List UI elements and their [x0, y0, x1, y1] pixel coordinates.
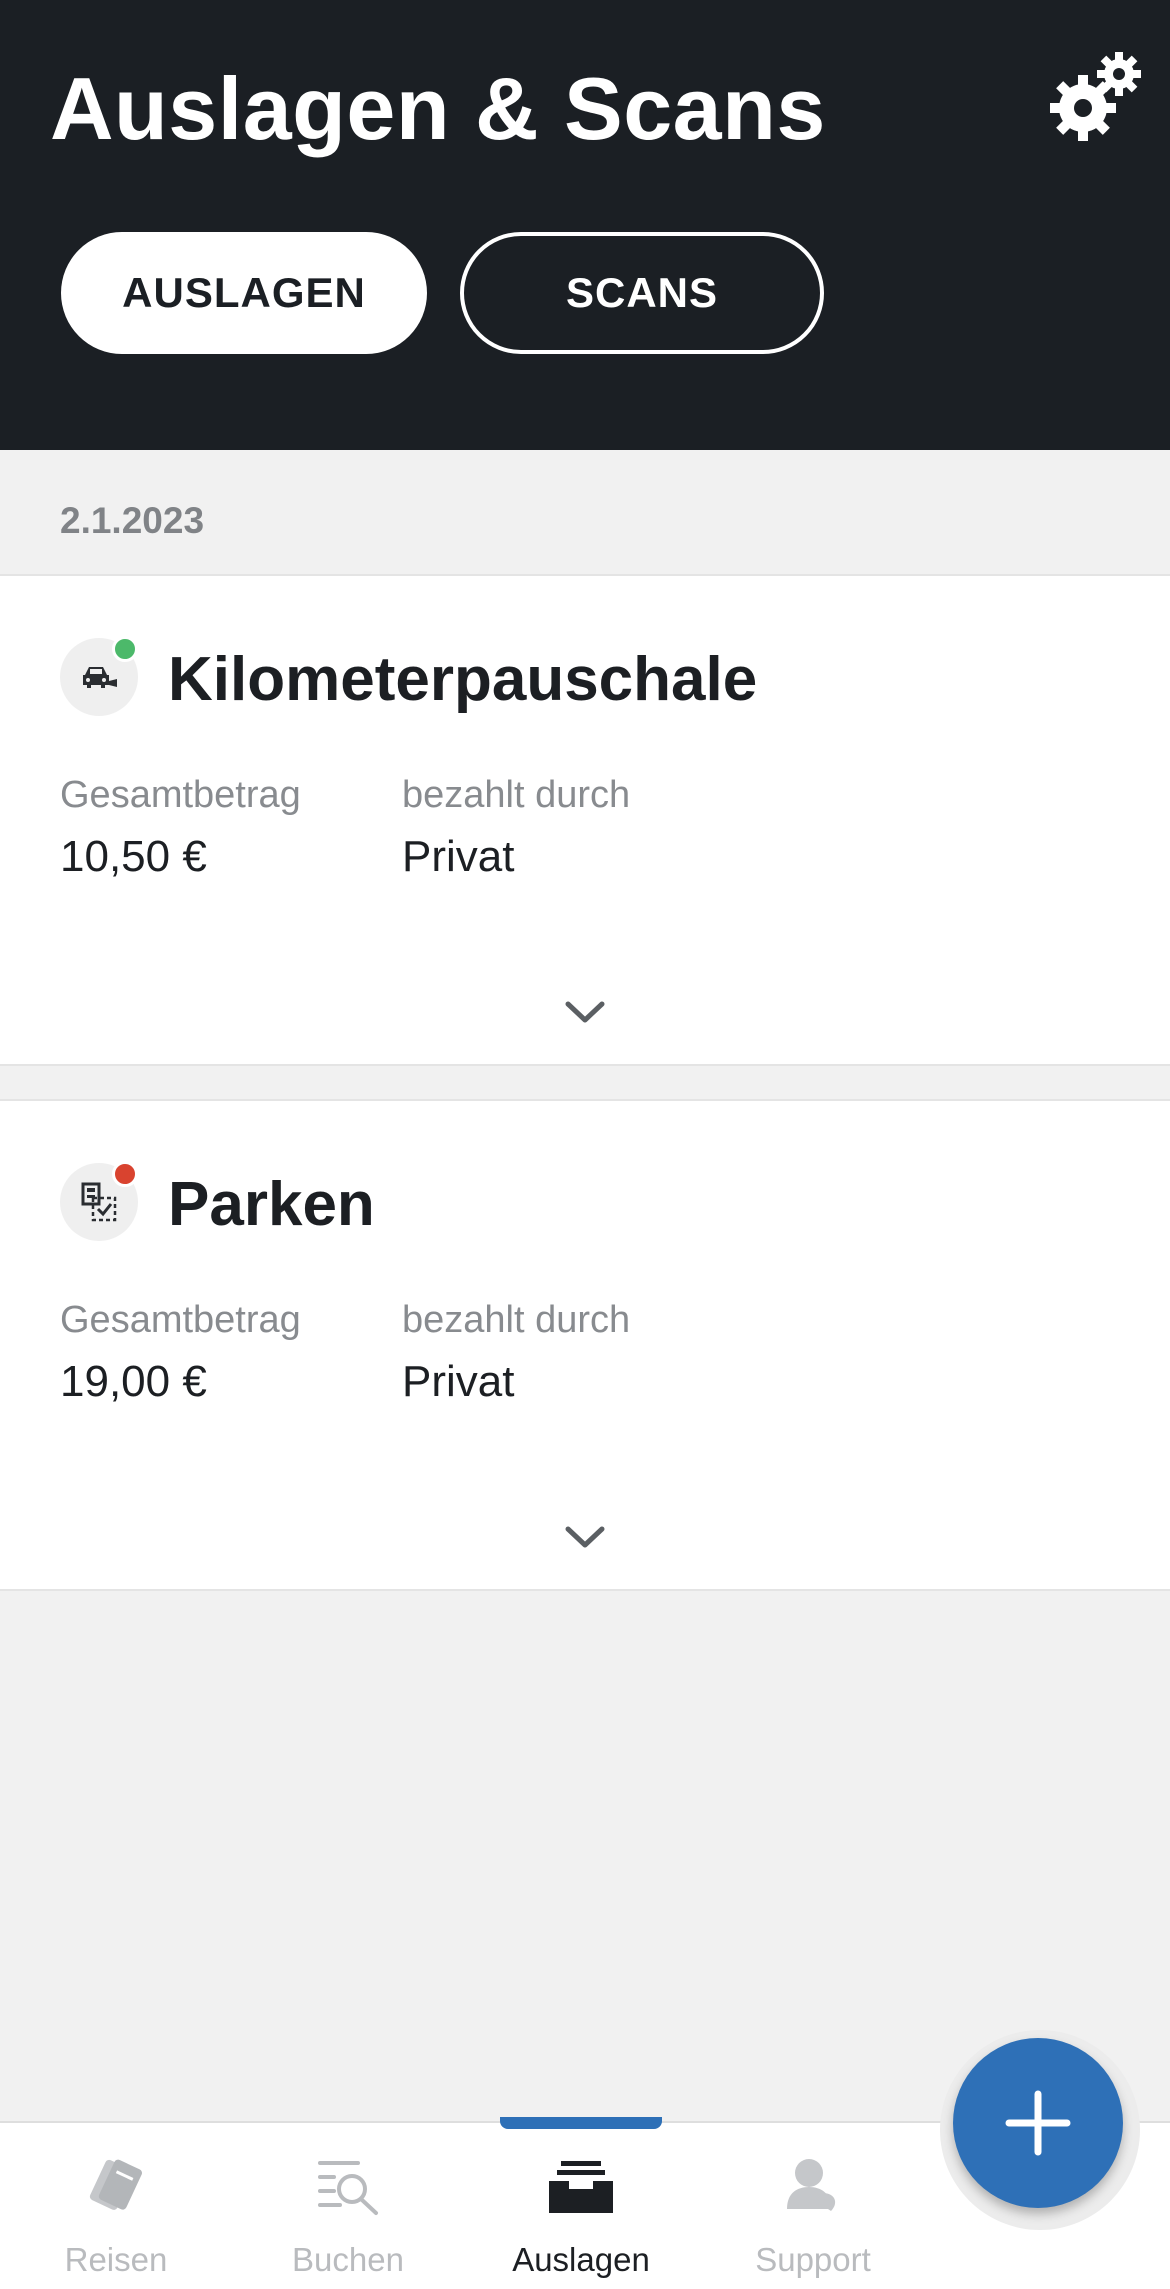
paid-by-label: bezahlt durch [402, 774, 631, 816]
support-person-icon [787, 2159, 836, 2211]
expense-title: Kilometerpauschale [168, 645, 758, 714]
inbox-tray-icon [549, 2161, 613, 2213]
total-value: 19,00 € [60, 1357, 207, 1406]
app-header: Auslagen & Scans AUSLAGEN SCANS [0, 0, 1170, 450]
nav-item-buchen[interactable]: Buchen [248, 2123, 448, 2289]
expense-card-parken[interactable]: Parken Gesamtbetrag bezahlt durch 19,00 … [0, 1099, 1170, 1591]
search-list-icon [318, 2161, 378, 2215]
chevron-down-icon[interactable] [560, 1519, 610, 1559]
status-indicator [112, 636, 138, 662]
tab-scans[interactable]: SCANS [460, 232, 824, 354]
nav-label: Support [755, 2241, 871, 2278]
page-title: Auslagen & Scans [50, 59, 826, 158]
nav-label: Auslagen [512, 2241, 650, 2278]
date-section-header: 2.1.2023 [60, 500, 205, 541]
tab-auslagen[interactable]: AUSLAGEN [61, 232, 427, 354]
nav-item-auslagen[interactable]: Auslagen [481, 2123, 681, 2289]
total-value: 10,50 € [60, 832, 207, 881]
add-expense-button[interactable] [953, 2038, 1123, 2208]
nav-item-support[interactable]: Support [713, 2123, 913, 2289]
paid-by-value: Privat [402, 832, 515, 881]
nav-label: Buchen [292, 2241, 404, 2278]
chevron-down-icon[interactable] [560, 994, 610, 1034]
gears-icon[interactable] [1045, 48, 1145, 148]
total-label: Gesamtbetrag [60, 1299, 301, 1341]
paid-by-value: Privat [402, 1357, 515, 1406]
tickets-icon [89, 2159, 142, 2210]
plus-icon [1005, 2090, 1071, 2156]
expense-title: Parken [168, 1170, 375, 1239]
total-label: Gesamtbetrag [60, 774, 301, 816]
expense-card-kilometerpauschale[interactable]: Kilometerpauschale Gesamtbetrag bezahlt … [0, 574, 1170, 1066]
nav-label: Reisen [64, 2241, 168, 2278]
nav-item-reisen[interactable]: Reisen [16, 2123, 216, 2289]
paid-by-label: bezahlt durch [402, 1299, 631, 1341]
status-indicator [112, 1161, 138, 1187]
